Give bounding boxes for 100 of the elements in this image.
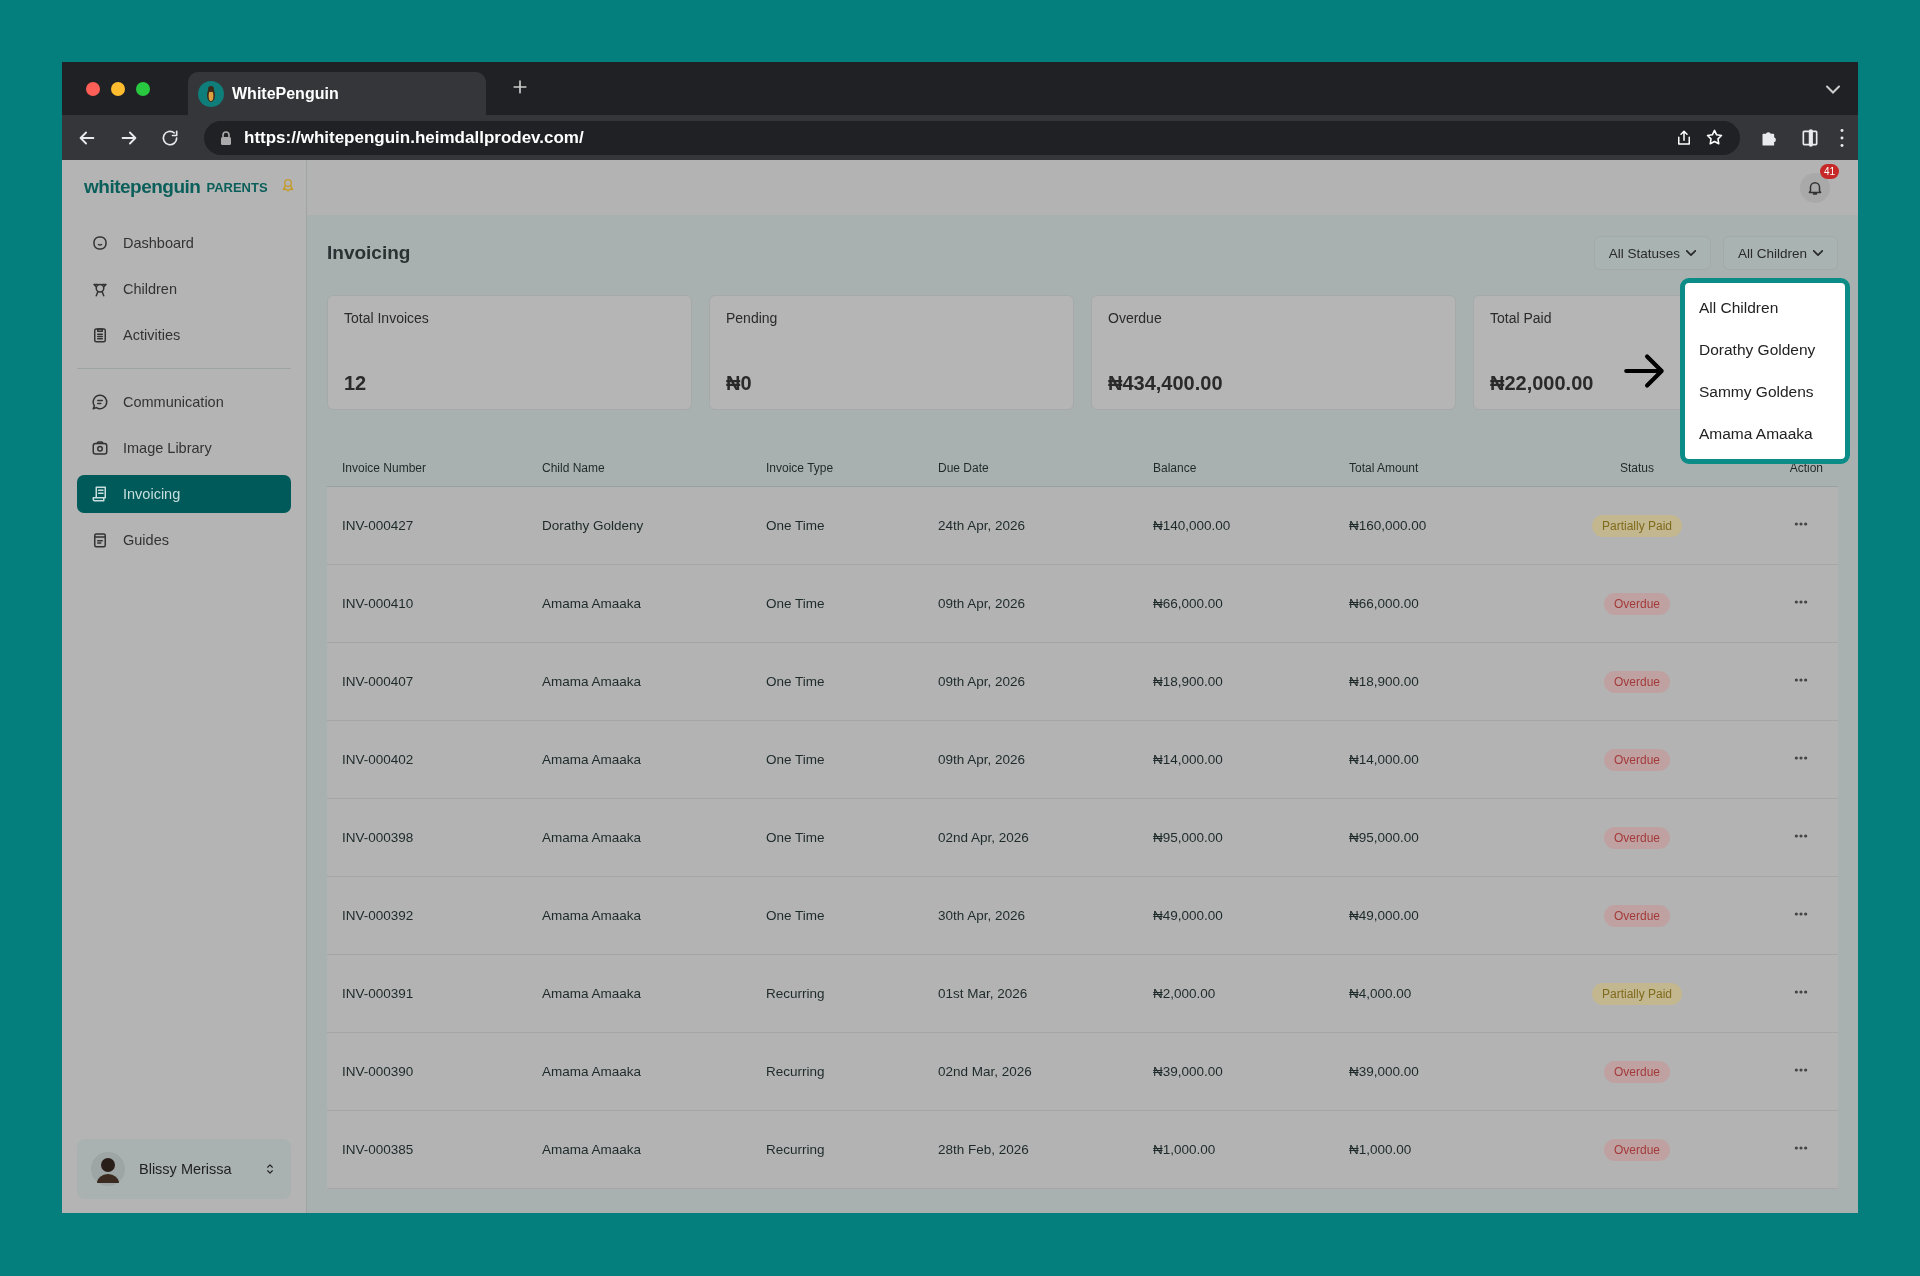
stat-label: Total Paid [1490, 310, 1552, 326]
table-cell-text: Recurring [766, 1142, 826, 1157]
column-header: Status [1620, 461, 1654, 475]
table-cell-text: ₦49,000.00 [1349, 908, 1420, 923]
sidebar-item[interactable]: Communication [77, 383, 291, 421]
table-cell-text: Amama Amaaka [542, 674, 643, 689]
table-cell-text: One Time [766, 752, 826, 767]
table-cell-text: ₦49,000.00 [1153, 908, 1224, 923]
user-menu[interactable]: Blissy Merissa [77, 1139, 291, 1199]
dropdown-option[interactable]: Amama Amaaka [1685, 413, 1845, 455]
column-header: Balance [1153, 461, 1198, 475]
table-cell-text: Amama Amaaka [542, 986, 643, 1001]
table-cell-text: Amama Amaaka [542, 830, 643, 845]
tab-title: WhitePenguin [232, 84, 339, 103]
status-badge: Overdue [1604, 826, 1670, 849]
table-cell-text: 28th Feb, 2026 [938, 1142, 1030, 1157]
column-header: Total Amount [1349, 461, 1420, 475]
table-cell-text: One Time [766, 596, 826, 611]
table-cell-text: ₦14,000.00 [1153, 752, 1224, 767]
page-title: Invoicing [327, 242, 412, 264]
browser-tab[interactable]: WhitePenguin [188, 72, 486, 115]
table-cell-text: INV-000390 [342, 1064, 415, 1079]
window-control[interactable] [136, 81, 150, 96]
table-cell-text: One Time [766, 908, 826, 923]
table-cell-text: INV-000410 [342, 596, 415, 611]
status-badge: Overdue [1604, 748, 1670, 771]
filter-dropdown[interactable]: All Statuses [1593, 236, 1711, 270]
clipboard-icon [91, 326, 109, 344]
chat-icon [91, 393, 109, 411]
table-cell-text: ₦2,000.00 [1153, 986, 1217, 1001]
table-cell-text: Amama Amaaka [542, 1142, 643, 1157]
table-cell-text: Amama Amaaka [542, 596, 643, 611]
logo-subtitle: PARENTS [206, 179, 268, 195]
table-cell-text: ₦4,000.00 [1349, 986, 1413, 1001]
stat-value: ₦22,000.00 [1490, 372, 1594, 395]
table-cell-text: ₦1,000.00 [1349, 1142, 1413, 1157]
more-icon [1840, 128, 1844, 147]
status-badge: Overdue [1604, 592, 1670, 615]
table-cell-text: Amama Amaaka [542, 1064, 643, 1079]
status-badge: Overdue [1604, 1060, 1670, 1083]
chevron-down-icon [1813, 250, 1823, 256]
sidebar-item[interactable]: Dashboard [77, 224, 291, 262]
camera-icon [91, 439, 109, 457]
column-header: Invoice Number [342, 461, 428, 475]
lock-icon [220, 130, 232, 145]
dropdown-option[interactable]: Sammy Goldens [1685, 371, 1845, 413]
table-cell-text: 09th Apr, 2026 [938, 752, 1027, 767]
table-cell-text: 30th Apr, 2026 [938, 908, 1027, 923]
table-cell-text: ₦95,000.00 [1153, 830, 1224, 845]
window-control[interactable] [86, 81, 100, 96]
table-cell-text: ₦160,000.00 [1349, 518, 1428, 533]
notification-badge: 41 [1819, 163, 1839, 179]
sidebar-item[interactable]: Image Library [77, 429, 291, 467]
table-cell-text: INV-000407 [342, 674, 415, 689]
table-cell-text: ₦140,000.00 [1153, 518, 1232, 533]
table-cell-text: ₦66,000.00 [1153, 596, 1224, 611]
stat-value: ₦434,400.00 [1108, 372, 1223, 395]
sidebar-item[interactable]: Activities [77, 316, 291, 354]
table-cell-text: ₦18,900.00 [1349, 674, 1420, 689]
stat-value: 12 [344, 372, 367, 395]
stat-label: Total Invoices [344, 310, 429, 326]
dropdown-option[interactable]: Dorathy Goldeny [1685, 329, 1845, 371]
status-badge: Partially Paid [1592, 982, 1682, 1005]
table-cell-text: ₦39,000.00 [1153, 1064, 1224, 1079]
column-header: Child Name [542, 461, 606, 475]
table-cell-text: Recurring [766, 1064, 826, 1079]
sidebar-item[interactable]: Invoicing [77, 475, 291, 513]
table-cell-text: ₦39,000.00 [1349, 1064, 1420, 1079]
table-cell-text: 24th Apr, 2026 [938, 518, 1027, 533]
table-cell-text: INV-000427 [342, 518, 415, 533]
chevron-down-icon [1826, 84, 1840, 94]
sidebar-icon [1800, 127, 1820, 148]
window-control[interactable] [111, 81, 125, 96]
table-cell-text: 01st Mar, 2026 [938, 986, 1029, 1001]
stat-value: ₦0 [726, 372, 752, 395]
table-cell-text: One Time [766, 674, 826, 689]
filter-dropdown[interactable]: All Children [1722, 236, 1838, 270]
table-cell-text: Dorathy Goldeny [542, 518, 645, 533]
column-header: Due Date [938, 461, 990, 475]
table-cell-text: INV-000402 [342, 752, 415, 767]
receipt-icon [91, 485, 109, 503]
status-badge: Overdue [1604, 670, 1670, 693]
address-bar[interactable]: https://whitepenguin.heimdallprodev.com/ [204, 120, 1740, 155]
table-cell-text: 09th Apr, 2026 [938, 674, 1027, 689]
sidebar-item[interactable]: Guides [77, 521, 291, 559]
table-cell-text: INV-000385 [342, 1142, 415, 1157]
table-cell-text: INV-000391 [342, 986, 415, 1001]
column-header: Invoice Type [766, 461, 835, 475]
face-icon [91, 234, 109, 252]
table-cell-text: ₦95,000.00 [1349, 830, 1420, 845]
table-cell-text: 09th Apr, 2026 [938, 596, 1027, 611]
book-icon [91, 531, 109, 549]
dropdown-option[interactable]: All Children [1685, 287, 1845, 329]
table-cell-text: One Time [766, 518, 826, 533]
sidebar-item[interactable]: Children [77, 270, 291, 308]
status-badge: Overdue [1604, 904, 1670, 927]
table-cell-text: ₦14,000.00 [1349, 752, 1420, 767]
column-header: Action [1789, 461, 1823, 475]
table-cell-text: ₦1,000.00 [1153, 1142, 1217, 1157]
table-cell-text: Recurring [766, 986, 826, 1001]
